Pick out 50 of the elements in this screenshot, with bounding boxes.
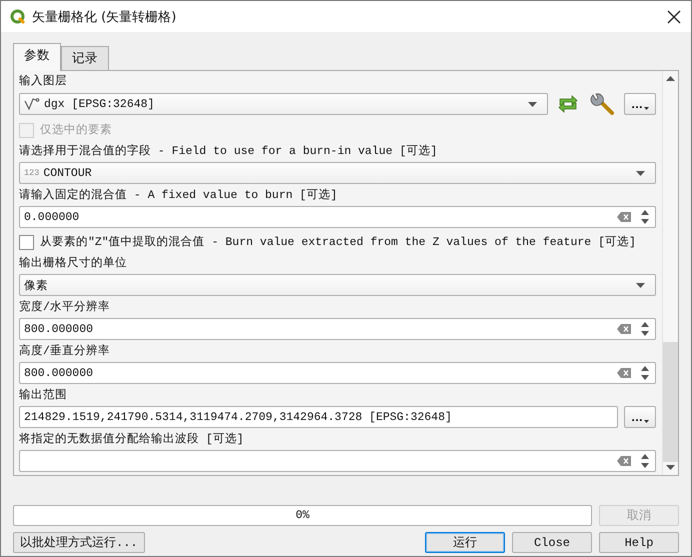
app-logo-icon [10, 8, 26, 24]
dropdown-arrow-icon [528, 102, 537, 106]
number-field[interactable] [19, 450, 656, 472]
parameter-label: 请选择用于混合值的字段 - Field to use for a burn-in value [可选] [19, 143, 438, 160]
parameter-label: 输出范围 [19, 388, 68, 404]
clear-icon[interactable] [617, 368, 631, 378]
caret-icon [644, 420, 649, 422]
extent-field[interactable]: 214829.1519,241790.5314,3119474.2709,3142964.3728 [EPSG:32648] [19, 406, 618, 428]
spinner-arrows-icon[interactable] [641, 365, 649, 381]
scroll-up-icon[interactable] [666, 76, 675, 81]
number-field[interactable]: 0.000000 [19, 206, 656, 228]
dialog-button[interactable]: 运行 [425, 532, 505, 553]
checkbox[interactable] [19, 234, 34, 250]
dropdown-arrow-icon [636, 170, 645, 176]
parameter-label: 输出栅格尺寸的单位 [19, 256, 128, 272]
parameter-label: 将指定的无数据值分配给输出波段 [可选] [19, 432, 245, 448]
parameter-label: 输入图层 [19, 74, 68, 90]
close-icon[interactable] [667, 10, 681, 24]
dialog-button[interactable]: Close [512, 532, 592, 553]
field-dropdown[interactable]: 123 CONTOUR [19, 162, 656, 184]
batch-run-button[interactable]: 以批处理方式运行... [13, 532, 145, 553]
checkbox-label: 从要素的"Z"值中提取的混合值 - Burn value extracted from the Z values of the feature [可选] [40, 234, 636, 250]
scroll-down-icon[interactable] [666, 465, 675, 470]
progress-text: 0% [296, 509, 310, 522]
spinner-arrows-icon[interactable] [641, 453, 649, 469]
scrollbar[interactable] [662, 71, 678, 475]
line-layer-icon [24, 97, 40, 111]
window-title: 矢量栅格化 (矢量转栅格) [32, 8, 178, 26]
clear-icon[interactable] [617, 212, 631, 222]
dropdown-arrow-icon [636, 282, 645, 288]
tab[interactable]: 参数 [13, 43, 61, 71]
spinner-arrows-icon[interactable] [641, 209, 649, 225]
dialog-button[interactable]: Help [599, 532, 679, 553]
options-button[interactable]: … [624, 406, 656, 428]
wrench-icon[interactable] [590, 92, 616, 116]
spinner-arrows-icon[interactable] [641, 321, 649, 337]
number-field[interactable]: 800.000000 [19, 362, 656, 384]
unit-dropdown[interactable]: 像素 [19, 274, 656, 296]
parameter-label: 高度/垂直分辨率 [19, 343, 111, 360]
clear-icon[interactable] [617, 456, 631, 466]
parameter-label: 请输入固定的混合值 - A fixed value to burn [可选] [19, 188, 338, 204]
options-button[interactable]: … [624, 93, 656, 115]
clear-icon[interactable] [617, 324, 631, 334]
checkbox-label: 仅选中的要素 [40, 122, 112, 138]
refresh-icon[interactable] [556, 93, 580, 115]
tab[interactable]: 记录 [61, 46, 109, 70]
parameter-label: 宽度/水平分辨率 [19, 299, 111, 316]
caret-icon [644, 106, 649, 110]
layer-dropdown[interactable]: dgx [EPSG:32648] [19, 93, 548, 115]
number-field[interactable]: 800.000000 [19, 318, 656, 340]
